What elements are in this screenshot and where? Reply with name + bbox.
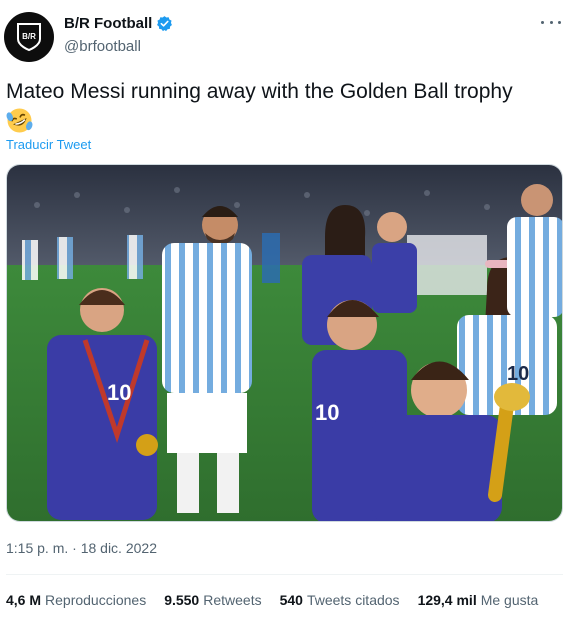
more-dot <box>541 20 544 24</box>
verified-badge-icon <box>157 16 173 32</box>
stat-label: Retweets <box>203 592 262 608</box>
stat-value: 9.550 <box>164 592 200 608</box>
stat-retweets[interactable]: 9.550 Retweets <box>164 592 261 608</box>
svg-text:10: 10 <box>107 380 131 405</box>
tweet-header: B/R B/R Football @brfootball <box>4 12 575 64</box>
stat-label: Reproducciones <box>45 592 147 608</box>
divider <box>6 574 563 575</box>
svg-text:B/R: B/R <box>22 32 36 41</box>
tweet-photo[interactable]: 10 10 10 <box>6 164 563 522</box>
tweet-stats: 4,6 M Reproducciones 9.550 Retweets 540 … <box>6 592 566 608</box>
stat-likes[interactable]: 129,4 mil Me gusta <box>418 592 539 608</box>
stat-value: 540 <box>279 592 303 608</box>
br-logo-icon: B/R <box>17 23 41 52</box>
svg-text:10: 10 <box>507 363 529 385</box>
author-name-row: B/R Football <box>64 15 173 32</box>
tweet-body: Mateo Messi running away with the Golden… <box>6 80 513 103</box>
rolling-laughing-emoji-icon <box>6 108 33 133</box>
more-options-icon[interactable] <box>541 18 561 26</box>
stat-value: 129,4 mil <box>417 592 477 608</box>
stat-label: Tweets citados <box>306 592 400 608</box>
author-display-name[interactable]: B/R Football <box>64 15 152 32</box>
photo-scene: 10 10 10 <box>7 165 562 521</box>
author-handle[interactable]: @brfootball <box>64 38 141 55</box>
stat-label: Me gusta <box>480 592 539 608</box>
avatar[interactable]: B/R <box>4 12 54 62</box>
more-dot <box>549 20 553 24</box>
stat-views[interactable]: 4,6 M Reproducciones <box>6 592 146 608</box>
tweet-timestamp[interactable]: 1:15 p. m. · 18 dic. 2022 <box>6 540 157 556</box>
tweet-text: Mateo Messi running away with the Golden… <box>6 78 572 134</box>
translate-tweet-link[interactable]: Traducir Tweet <box>6 137 91 152</box>
svg-text:10: 10 <box>315 400 339 425</box>
stat-quote-tweets[interactable]: 540 Tweets citados <box>280 592 400 608</box>
more-dot <box>558 20 561 24</box>
stat-value: 4,6 M <box>6 592 42 608</box>
